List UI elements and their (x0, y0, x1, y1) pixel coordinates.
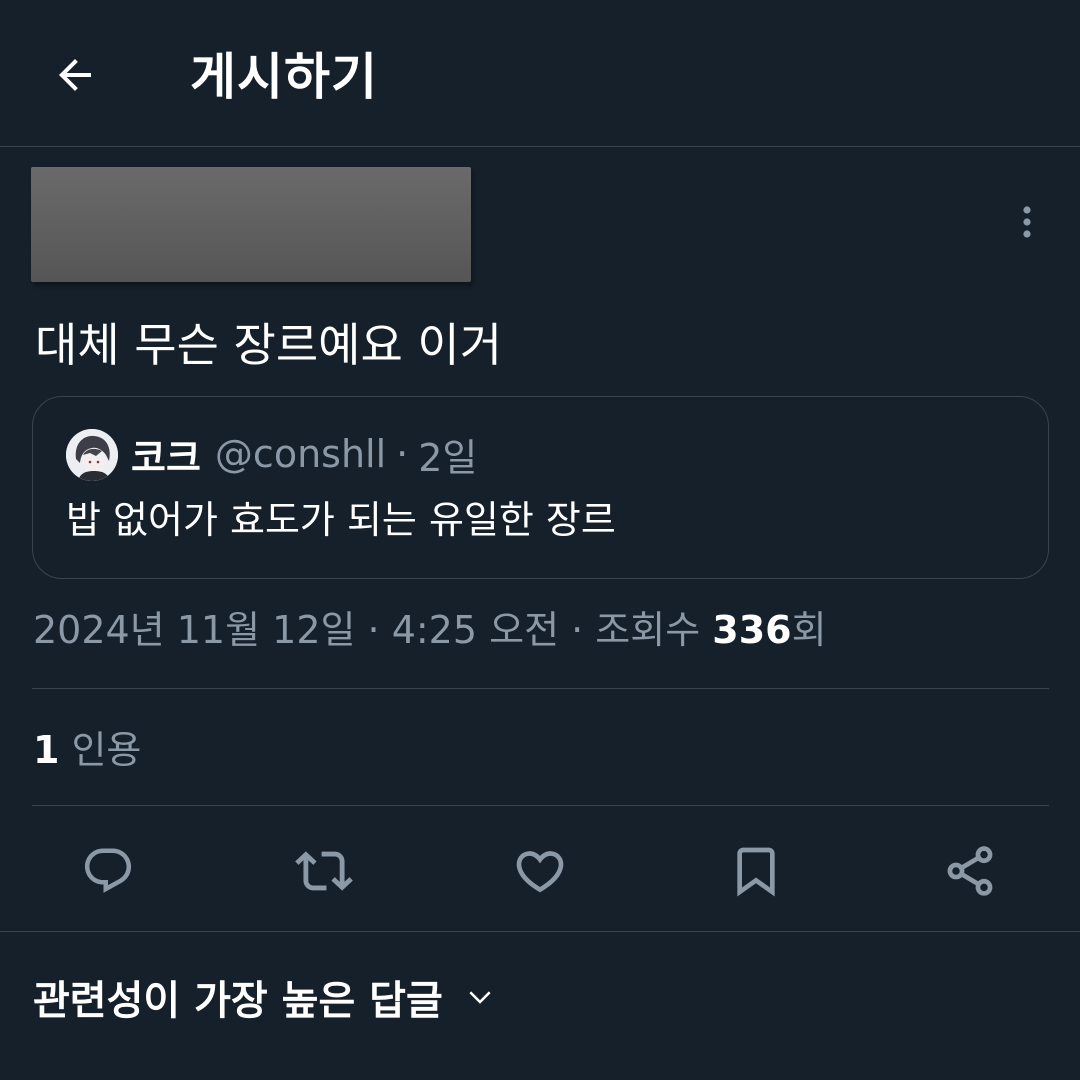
more-options-button[interactable] (1006, 198, 1048, 246)
bookmark-button[interactable] (726, 841, 786, 901)
page-title: 게시하기 (190, 48, 378, 106)
quoted-post-card[interactable]: 코크 @conshll · 2일 밥 없어가 효도가 되는 유일한 장르 (32, 396, 1049, 579)
retweet-icon (295, 851, 353, 891)
views-count: 336 (712, 608, 792, 652)
views-prefix: 조회수 (595, 608, 713, 652)
replies-sort-label: 관련성이 가장 높은 답글 (33, 978, 443, 1024)
separator-dot: · (396, 432, 409, 476)
quoted-author-name[interactable]: 코크 (131, 427, 201, 482)
quoted-post-time: 2일 (418, 435, 478, 480)
post-text: 대체 무슨 장르예요 이거 (35, 318, 503, 372)
reply-icon (84, 848, 132, 893)
tweet-detail-page: 게시하기 대체 무슨 장르예요 이거 코크 @conshll · 2일 밥 없어… (0, 0, 1080, 1080)
action-bar (0, 806, 1080, 932)
quoted-post-header: 코크 @conshll · 2일 (131, 425, 477, 483)
meta-separator: · (559, 608, 596, 652)
heart-icon (516, 851, 564, 893)
post-time: 4:25 오전 (391, 608, 560, 652)
avatar[interactable] (66, 429, 118, 481)
chevron-down-icon (469, 991, 491, 1004)
replies-sort-dropdown[interactable]: 관련성이 가장 높은 답글 (33, 966, 495, 1028)
post-date: 2024년 11월 12일 (33, 608, 356, 652)
reply-button[interactable] (78, 841, 138, 901)
retweet-button[interactable] (294, 841, 354, 901)
meta-separator: · (355, 608, 392, 652)
quotes-stat[interactable]: 1 인용 (33, 722, 141, 778)
post-meta: 2024년 11월 12일 · 4:25 오전 · 조회수 336회 (33, 602, 827, 658)
arrow-left-icon (59, 59, 91, 91)
author-info-redacted (31, 167, 471, 282)
quoted-author-handle[interactable]: @conshll (215, 432, 386, 476)
quoted-post-text: 밥 없어가 효도가 되는 유일한 장르 (66, 498, 616, 542)
share-button[interactable] (940, 841, 1000, 901)
views-suffix: 회 (791, 608, 827, 652)
divider (32, 688, 1049, 689)
more-vertical-icon (1023, 206, 1031, 238)
bookmark-icon (737, 847, 775, 897)
like-button[interactable] (510, 841, 570, 901)
share-icon (947, 846, 993, 896)
top-bar: 게시하기 (0, 0, 1080, 147)
quotes-label: 인용 (71, 728, 142, 772)
back-button[interactable] (40, 42, 110, 108)
quotes-count: 1 (33, 728, 60, 772)
